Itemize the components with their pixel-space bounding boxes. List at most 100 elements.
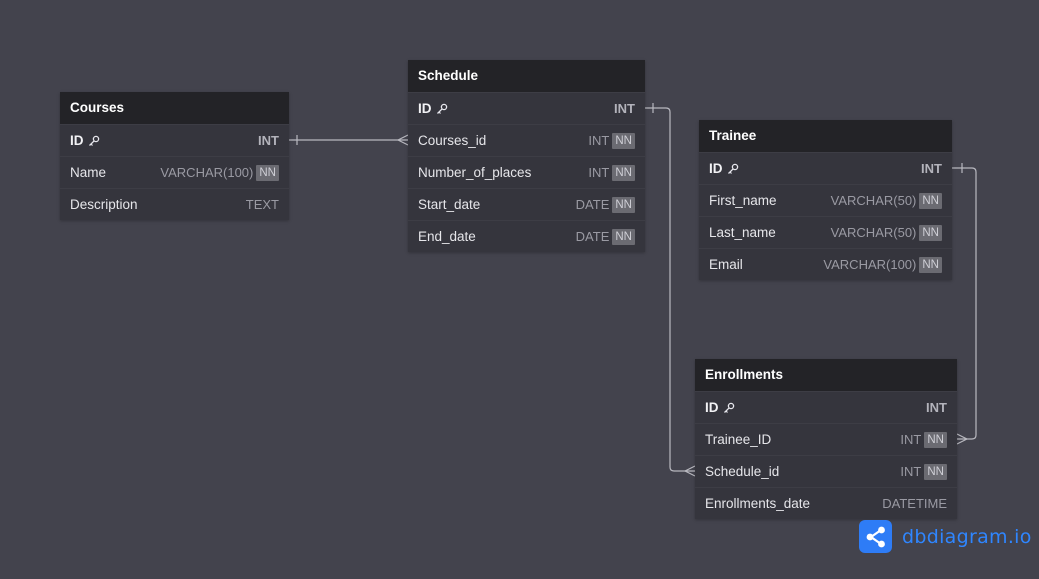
key-icon bbox=[723, 402, 735, 414]
column-type: INT bbox=[588, 133, 610, 148]
column-name-wrap: Name bbox=[70, 165, 106, 180]
column-type-wrap: INT NN bbox=[900, 431, 947, 448]
column-name: Name bbox=[70, 165, 107, 180]
column-row[interactable]: ID INT bbox=[408, 92, 645, 124]
column-row[interactable]: First_name VARCHAR(50) NN bbox=[699, 184, 952, 216]
column-row[interactable]: Trainee_ID INT NN bbox=[695, 423, 957, 455]
not-null-badge: NN bbox=[919, 256, 942, 273]
column-name: End_date bbox=[418, 229, 476, 244]
table-header[interactable]: Enrollments bbox=[695, 359, 957, 391]
column-type: INT bbox=[614, 101, 635, 116]
column-type-wrap: TEXT bbox=[246, 197, 279, 212]
column-type-wrap: INT NN bbox=[588, 132, 635, 149]
column-row[interactable]: Email VARCHAR(100) NN bbox=[699, 248, 952, 280]
column-type: INT bbox=[926, 400, 947, 415]
column-type-wrap: DATE NN bbox=[575, 196, 635, 213]
column-type: TEXT bbox=[245, 197, 279, 212]
column-type-wrap: VARCHAR(50) NN bbox=[830, 192, 942, 209]
column-name-wrap: Enrollments_date bbox=[705, 496, 810, 511]
many-cardinality-mark bbox=[684, 465, 696, 477]
column-name: ID bbox=[705, 400, 719, 415]
column-name: Trainee_ID bbox=[705, 432, 772, 447]
column-type: INT bbox=[921, 161, 942, 176]
table-enrollments[interactable]: Enrollments ID INT Trainee_ID INT NN Schedule_… bbox=[695, 359, 957, 519]
many-cardinality-mark bbox=[956, 433, 968, 445]
column-name: Number_of_places bbox=[418, 165, 532, 180]
column-type: DATE bbox=[575, 197, 610, 212]
column-name-wrap: Trainee_ID bbox=[705, 432, 771, 447]
table-header[interactable]: Schedule bbox=[408, 60, 645, 92]
column-name-wrap: End_date bbox=[418, 229, 476, 244]
column-name: Courses_id bbox=[418, 133, 487, 148]
column-name-wrap: ID bbox=[70, 133, 100, 148]
column-name-wrap: ID bbox=[418, 101, 448, 116]
column-type-wrap: INT NN bbox=[588, 164, 635, 181]
column-type: VARCHAR(100) bbox=[160, 165, 254, 180]
column-type: DATETIME bbox=[882, 496, 947, 511]
column-type: INT bbox=[588, 165, 610, 180]
column-name-wrap: Email bbox=[709, 257, 743, 272]
diagram-canvas[interactable]: Courses ID INT Name VARCHAR(100) NN Descriptio… bbox=[0, 0, 1039, 579]
not-null-badge: NN bbox=[919, 224, 942, 241]
not-null-badge: NN bbox=[919, 192, 942, 209]
not-null-badge: NN bbox=[612, 164, 635, 181]
column-name: Enrollments_date bbox=[705, 496, 811, 511]
column-row[interactable]: Last_name VARCHAR(50) NN bbox=[699, 216, 952, 248]
table-courses[interactable]: Courses ID INT Name VARCHAR(100) NN Descriptio… bbox=[60, 92, 289, 220]
column-name-wrap: Start_date bbox=[418, 197, 480, 212]
not-null-badge: NN bbox=[612, 132, 635, 149]
column-row[interactable]: ID INT bbox=[695, 391, 957, 423]
column-type: INT bbox=[258, 133, 279, 148]
column-type: DATE bbox=[575, 229, 610, 244]
column-type-wrap: VARCHAR(50) NN bbox=[830, 224, 942, 241]
not-null-badge: NN bbox=[924, 463, 947, 480]
column-type: INT bbox=[900, 464, 922, 479]
column-type: INT bbox=[900, 432, 922, 447]
column-row[interactable]: Start_date DATE NN bbox=[408, 188, 645, 220]
brand-watermark: dbdiagram.io bbox=[859, 520, 1032, 553]
column-name: ID bbox=[709, 161, 723, 176]
column-type: VARCHAR(50) bbox=[830, 225, 917, 240]
column-name: Start_date bbox=[418, 197, 481, 212]
column-row[interactable]: Courses_id INT NN bbox=[408, 124, 645, 156]
column-row[interactable]: ID INT bbox=[699, 152, 952, 184]
column-name: ID bbox=[418, 101, 432, 116]
column-name-wrap: Last_name bbox=[709, 225, 776, 240]
column-row[interactable]: ID INT bbox=[60, 124, 289, 156]
column-type: VARCHAR(100) bbox=[823, 257, 917, 272]
column-name-wrap: Description bbox=[70, 197, 138, 212]
not-null-badge: NN bbox=[256, 164, 279, 181]
column-name-wrap: Schedule_id bbox=[705, 464, 779, 479]
column-name: Description bbox=[70, 197, 138, 212]
table-header[interactable]: Courses bbox=[60, 92, 289, 124]
column-type-wrap: VARCHAR(100) NN bbox=[160, 164, 279, 181]
table-header[interactable]: Trainee bbox=[699, 120, 952, 152]
column-type-wrap: INT bbox=[921, 161, 942, 176]
column-row[interactable]: Name VARCHAR(100) NN bbox=[60, 156, 289, 188]
column-type-wrap: INT bbox=[614, 101, 635, 116]
brand-text: dbdiagram.io bbox=[902, 525, 1032, 548]
column-row[interactable]: Enrollments_date DATETIME bbox=[695, 487, 957, 519]
column-name: Schedule_id bbox=[705, 464, 780, 479]
column-type-wrap: DATETIME bbox=[882, 496, 947, 511]
table-schedule[interactable]: Schedule ID INT Courses_id INT NN Number_of_pl… bbox=[408, 60, 645, 252]
not-null-badge: NN bbox=[924, 431, 947, 448]
column-name-wrap: Courses_id bbox=[418, 133, 486, 148]
column-row[interactable]: Schedule_id INT NN bbox=[695, 455, 957, 487]
column-type-wrap: VARCHAR(100) NN bbox=[823, 256, 942, 273]
column-type-wrap: INT NN bbox=[900, 463, 947, 480]
relation-schedule-enrollments[interactable] bbox=[645, 107, 695, 472]
column-row[interactable]: End_date DATE NN bbox=[408, 220, 645, 252]
column-row[interactable]: Description TEXT bbox=[60, 188, 289, 220]
not-null-badge: NN bbox=[612, 228, 635, 245]
column-name: Email bbox=[709, 257, 743, 272]
column-type: VARCHAR(50) bbox=[830, 193, 917, 208]
column-name: ID bbox=[70, 133, 84, 148]
column-name: First_name bbox=[709, 193, 777, 208]
column-name-wrap: First_name bbox=[709, 193, 777, 208]
not-null-badge: NN bbox=[612, 196, 635, 213]
key-icon bbox=[88, 135, 100, 147]
table-trainee[interactable]: Trainee ID INT First_name VARCHAR(50) NN Last_… bbox=[699, 120, 952, 280]
column-type-wrap: INT bbox=[258, 133, 279, 148]
column-row[interactable]: Number_of_places INT NN bbox=[408, 156, 645, 188]
